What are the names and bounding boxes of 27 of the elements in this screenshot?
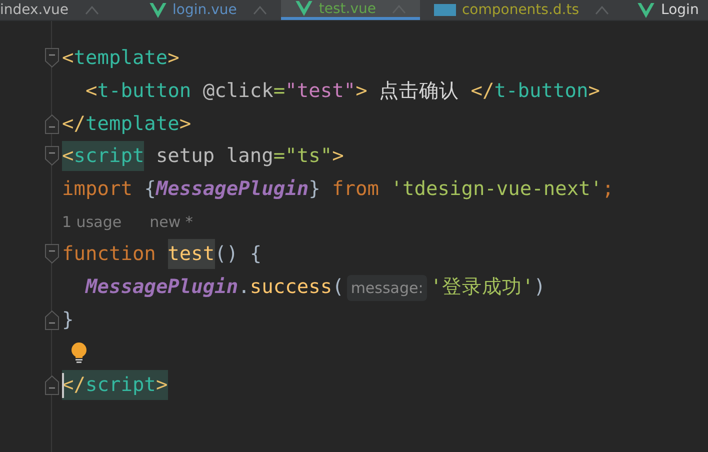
file-tab[interactable]: index.vue (0, 0, 135, 20)
file-tab[interactable]: test.vue (280, 0, 420, 20)
fold-marker-icon[interactable] (44, 243, 60, 266)
author-hint: new * (150, 212, 193, 231)
lightbulb-icon[interactable] (70, 342, 88, 364)
code-line: } (62, 306, 74, 333)
code-line: <script setup lang="ts"> (62, 141, 344, 172)
code-line: <template> (62, 45, 180, 72)
fold-marker-icon[interactable] (44, 145, 60, 168)
fold-marker-icon[interactable] (44, 47, 60, 70)
code-line: MessagePlugin.success( message: '登录成功') (86, 272, 546, 302)
ts-file-icon (434, 4, 456, 16)
code-line: </template> (62, 110, 192, 137)
vue-file-icon (637, 2, 656, 18)
usage-hint[interactable]: 1 usage (62, 212, 122, 231)
vue-file-icon (148, 2, 167, 18)
code-line: import {MessagePlugin} from 'tdesign-vue-next'; (62, 176, 614, 202)
fold-marker-icon[interactable] (44, 374, 60, 396)
file-tab[interactable]: components.d.ts (420, 0, 624, 20)
file-tab[interactable]: login.vue (134, 0, 281, 20)
vue-file-icon (294, 1, 313, 16)
code-line: <t-button @click="test"> 点击确认 </t-button> (86, 78, 600, 104)
file-tab[interactable]: Login (623, 0, 708, 20)
fold-marker-icon[interactable] (44, 112, 60, 135)
fold-marker-icon[interactable] (44, 308, 60, 331)
code-line: function test() { (62, 239, 262, 270)
code-line: </script> (62, 370, 168, 400)
